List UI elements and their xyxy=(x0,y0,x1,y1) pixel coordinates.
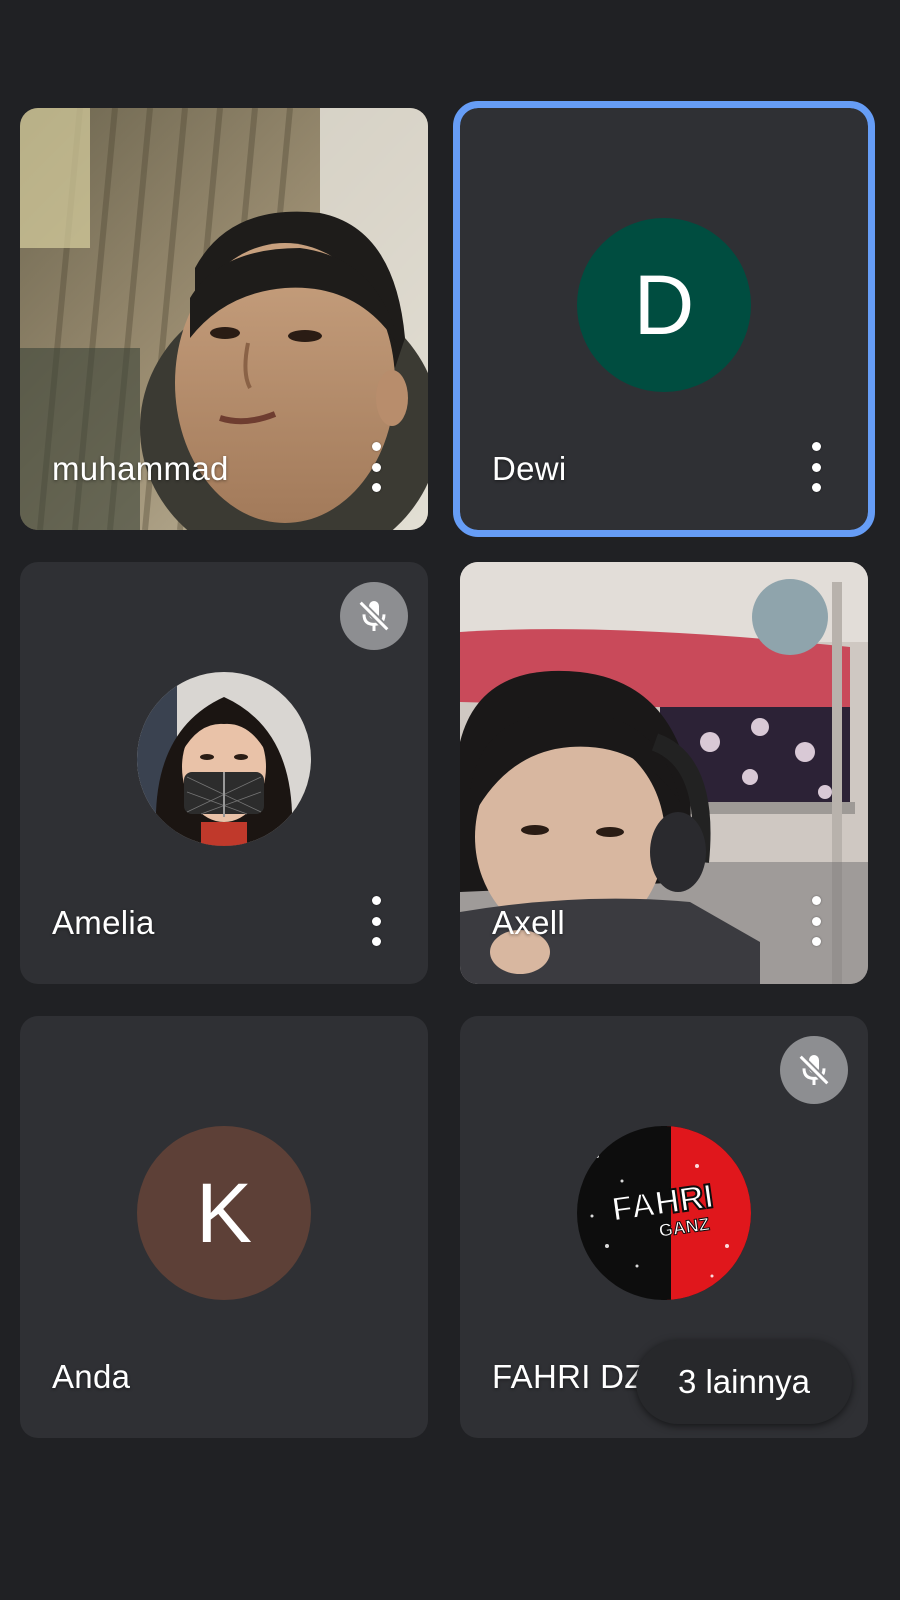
avatar-logo-image: FAHRI GANZ xyxy=(577,1126,751,1300)
participant-name: Axell xyxy=(492,904,566,941)
participant-tile-dewi[interactable]: D Dewi xyxy=(453,101,875,537)
participant-name: Dewi xyxy=(492,450,567,487)
more-vert-icon xyxy=(811,896,821,905)
avatar-photo-image xyxy=(137,672,311,846)
more-vert-icon-dot xyxy=(371,937,381,946)
meeting-grid-screen: muhammad D Dewi Amelia Axell K Anda FAHR… xyxy=(0,0,900,1600)
participant-tile-axell[interactable]: Axell xyxy=(460,562,868,984)
more-options-button[interactable] xyxy=(804,896,828,946)
mic-off-icon xyxy=(780,1036,848,1104)
avatar: K xyxy=(137,1126,311,1300)
more-vert-icon-dot xyxy=(371,462,381,472)
more-vert-icon-dot xyxy=(371,483,381,492)
participant-tile-amelia[interactable]: Amelia xyxy=(20,562,428,984)
participant-tile-muhammad[interactable]: muhammad xyxy=(20,108,428,530)
avatar xyxy=(137,672,311,846)
more-options-button[interactable] xyxy=(364,896,388,946)
more-options-button[interactable] xyxy=(804,442,828,492)
participant-tile-anda[interactable]: K Anda xyxy=(20,1016,428,1438)
more-participants-button[interactable]: 3 lainnya xyxy=(636,1340,852,1424)
more-options-button[interactable] xyxy=(364,442,388,492)
mic-off-icon-svg xyxy=(798,1054,830,1086)
more-vert-icon-dot xyxy=(371,916,381,926)
mic-off-icon xyxy=(340,582,408,650)
participant-name: muhammad xyxy=(52,450,229,487)
more-vert-icon xyxy=(371,442,381,451)
more-vert-icon-dot xyxy=(811,462,821,472)
more-vert-icon-dot xyxy=(811,916,821,926)
participant-name: Anda xyxy=(52,1358,131,1395)
more-vert-icon-dot xyxy=(811,937,821,946)
avatar: FAHRI GANZ xyxy=(577,1126,751,1300)
mic-off-icon-svg xyxy=(358,600,390,632)
participant-name: Amelia xyxy=(52,904,155,941)
more-vert-icon xyxy=(371,896,381,905)
more-vert-icon xyxy=(811,442,821,451)
more-vert-icon-dot xyxy=(811,483,821,492)
avatar: D xyxy=(577,218,751,392)
